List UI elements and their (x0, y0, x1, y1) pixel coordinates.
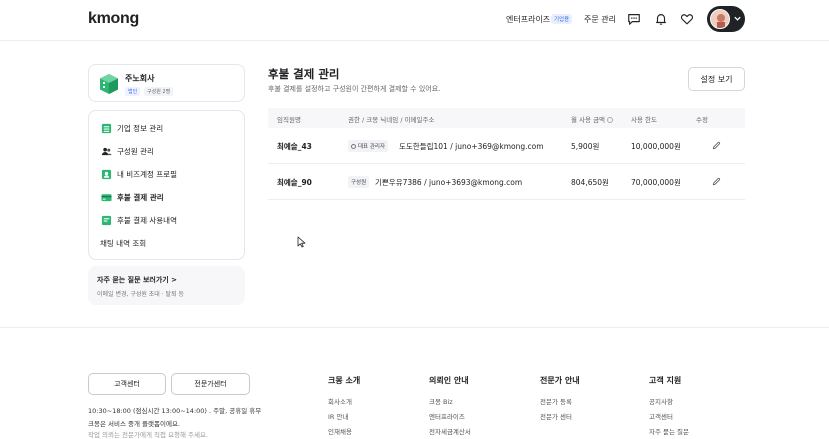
footer-link[interactable]: 전자세금계산서 (429, 426, 471, 436)
company-type-badge: 법인 (125, 87, 141, 96)
heart-icon[interactable] (680, 12, 694, 26)
settings-view-button[interactable]: 설정 보기 (688, 67, 745, 91)
footer-link[interactable]: 전문가 센터 (540, 411, 572, 421)
footer-link[interactable]: 전문가 등록 (540, 396, 572, 406)
member-account: 도도한들립101 / juno+369@kmong.com (399, 142, 544, 151)
footer-link[interactable]: IR 안내 (328, 411, 348, 421)
sidebar-menu: 기업 정보 관리 구성원 관리 내 비즈계정 프로필 후불 결제 관리 후불 결… (88, 110, 245, 260)
role-label: 대표 관리자 (358, 144, 386, 150)
building-icon (101, 123, 112, 133)
footer-link[interactable]: 공지사항 (649, 396, 673, 406)
mouse-cursor-icon (297, 236, 306, 248)
faq-link-box[interactable]: 자주 묻는 질문 보러가기 > 이메일 변경, 구성원 초대 · 탈퇴 등 (88, 266, 245, 305)
role-badge: 구성원 (348, 176, 370, 188)
sidebar-item-label: 채팅 내역 조회 (100, 238, 147, 248)
customer-center-button[interactable]: 고객센터 (88, 373, 166, 395)
footer-link[interactable]: 회사소개 (328, 396, 352, 406)
chat-icon[interactable] (627, 12, 641, 26)
sidebar-item-members[interactable]: 구성원 관리 (101, 144, 154, 158)
avatar (710, 9, 730, 29)
footer-col-title: 고객 지원 (649, 376, 682, 385)
company-name: 주노회사 (125, 74, 155, 83)
sidebar-item-company-info[interactable]: 기업 정보 관리 (101, 121, 163, 135)
enterprise-badge: 기업용 (551, 14, 573, 24)
sidebar-item-label: 내 비즈계정 프로필 (117, 169, 177, 179)
footer-link[interactable]: 엔터프라이즈 (429, 411, 465, 421)
page-description: 후불 결제를 설정하고 구성원이 간편하게 결제할 수 있어요. (268, 85, 441, 93)
footer-link[interactable]: 인재채용 (328, 426, 352, 436)
pencil-icon[interactable] (712, 177, 721, 186)
admin-icon (351, 144, 356, 149)
footer-col-title: 크몽 소개 (328, 376, 361, 385)
chevron-down-icon (734, 16, 741, 21)
member-count-badge: 구성원 2명 (144, 87, 174, 96)
sidebar-item-label: 구성원 관리 (117, 146, 154, 156)
footer-link[interactable]: 고객센터 (649, 411, 673, 421)
table-row: 최예슬_43 대표 관리자 도도한들립101 / juno+369@kmong.… (268, 128, 745, 164)
footer-note-2: 작업 의뢰는 전문가에게 직접 요청해 주세요. (88, 431, 209, 439)
nav-enterprise[interactable]: 엔터프라이즈 (506, 14, 550, 25)
footer-divider (0, 327, 829, 328)
sidebar-item-postpay-history[interactable]: 후불 결제 사용내역 (101, 213, 177, 227)
usage-limit: 70,000,000원 (631, 178, 681, 187)
table-row: 최예슬_90 구성원 기쁜우유7386 / juno+3693@kmong.co… (268, 164, 745, 200)
sidebar-item-chat-history[interactable]: 채팅 내역 조회 (100, 236, 146, 250)
members-icon (101, 147, 112, 155)
company-card: 주노회사 법인 구성원 2명 (88, 64, 245, 102)
profile-icon (101, 169, 112, 179)
pencil-icon[interactable] (712, 141, 721, 150)
col-header-edit: 수정 (696, 116, 708, 124)
avatar-image-icon (711, 10, 729, 28)
usage-limit: 10,000,000원 (631, 142, 681, 151)
footer-link[interactable]: 크몽 Biz (429, 396, 453, 406)
footer-link[interactable]: 자주 묻는 질문 (649, 426, 689, 436)
role-badge: 대표 관리자 (348, 140, 389, 152)
info-icon[interactable] (607, 117, 614, 123)
col-header-name: 임직원명 (277, 116, 301, 124)
footer-col-title: 의뢰인 안내 (429, 376, 469, 385)
support-hours: 10:30~18:00 (점심시간 13:00~14:00) . 주말, 공휴일… (88, 407, 262, 415)
faq-subtitle: 이메일 변경, 구성원 초대 · 탈퇴 등 (97, 291, 185, 298)
page-title: 후불 결제 관리 (268, 67, 340, 81)
col-header-monthly-label: 월 사용 금액 (571, 116, 606, 124)
company-building-icon (100, 74, 118, 94)
sidebar-item-label: 기업 정보 관리 (117, 123, 164, 133)
footer-col-title: 전문가 안내 (540, 376, 580, 385)
faq-title[interactable]: 자주 묻는 질문 보러가기 > (97, 275, 177, 285)
sidebar-item-postpay[interactable]: 후불 결제 관리 (101, 190, 164, 204)
nav-orders[interactable]: 주문 관리 (584, 14, 616, 25)
col-header-monthly: 월 사용 금액 (571, 114, 614, 124)
footer-note: 크몽은 서비스 중개 플랫폼이에요. (88, 420, 180, 428)
col-header-limit: 사용 한도 (631, 116, 657, 124)
monthly-amount: 804,650원 (571, 178, 609, 187)
sidebar-item-biz-profile[interactable]: 내 비즈계정 프로필 (101, 167, 177, 181)
sidebar-item-label: 후불 결제 사용내역 (117, 215, 177, 225)
top-header: kmong 엔터프라이즈 기업용 주문 관리 (0, 0, 829, 41)
profile-menu-button[interactable] (707, 6, 745, 32)
bell-icon[interactable] (654, 12, 668, 26)
table-header: 임직원명 권한 / 크몽 닉네임 / 이메일주소 월 사용 금액 사용 한도 수… (268, 108, 745, 128)
member-name: 최예슬_90 (277, 178, 312, 187)
expert-center-button[interactable]: 전문가센터 (171, 373, 250, 395)
kmong-logo[interactable]: kmong (88, 10, 139, 28)
history-icon (101, 215, 112, 225)
sidebar-item-label: 후불 결제 관리 (117, 192, 164, 202)
member-name: 최예슬_43 (277, 142, 312, 151)
monthly-amount: 5,900원 (571, 142, 600, 151)
member-account: 기쁜우유7386 / juno+3693@kmong.com (375, 178, 523, 187)
card-icon (101, 193, 112, 201)
col-header-account: 권한 / 크몽 닉네임 / 이메일주소 (348, 116, 435, 124)
